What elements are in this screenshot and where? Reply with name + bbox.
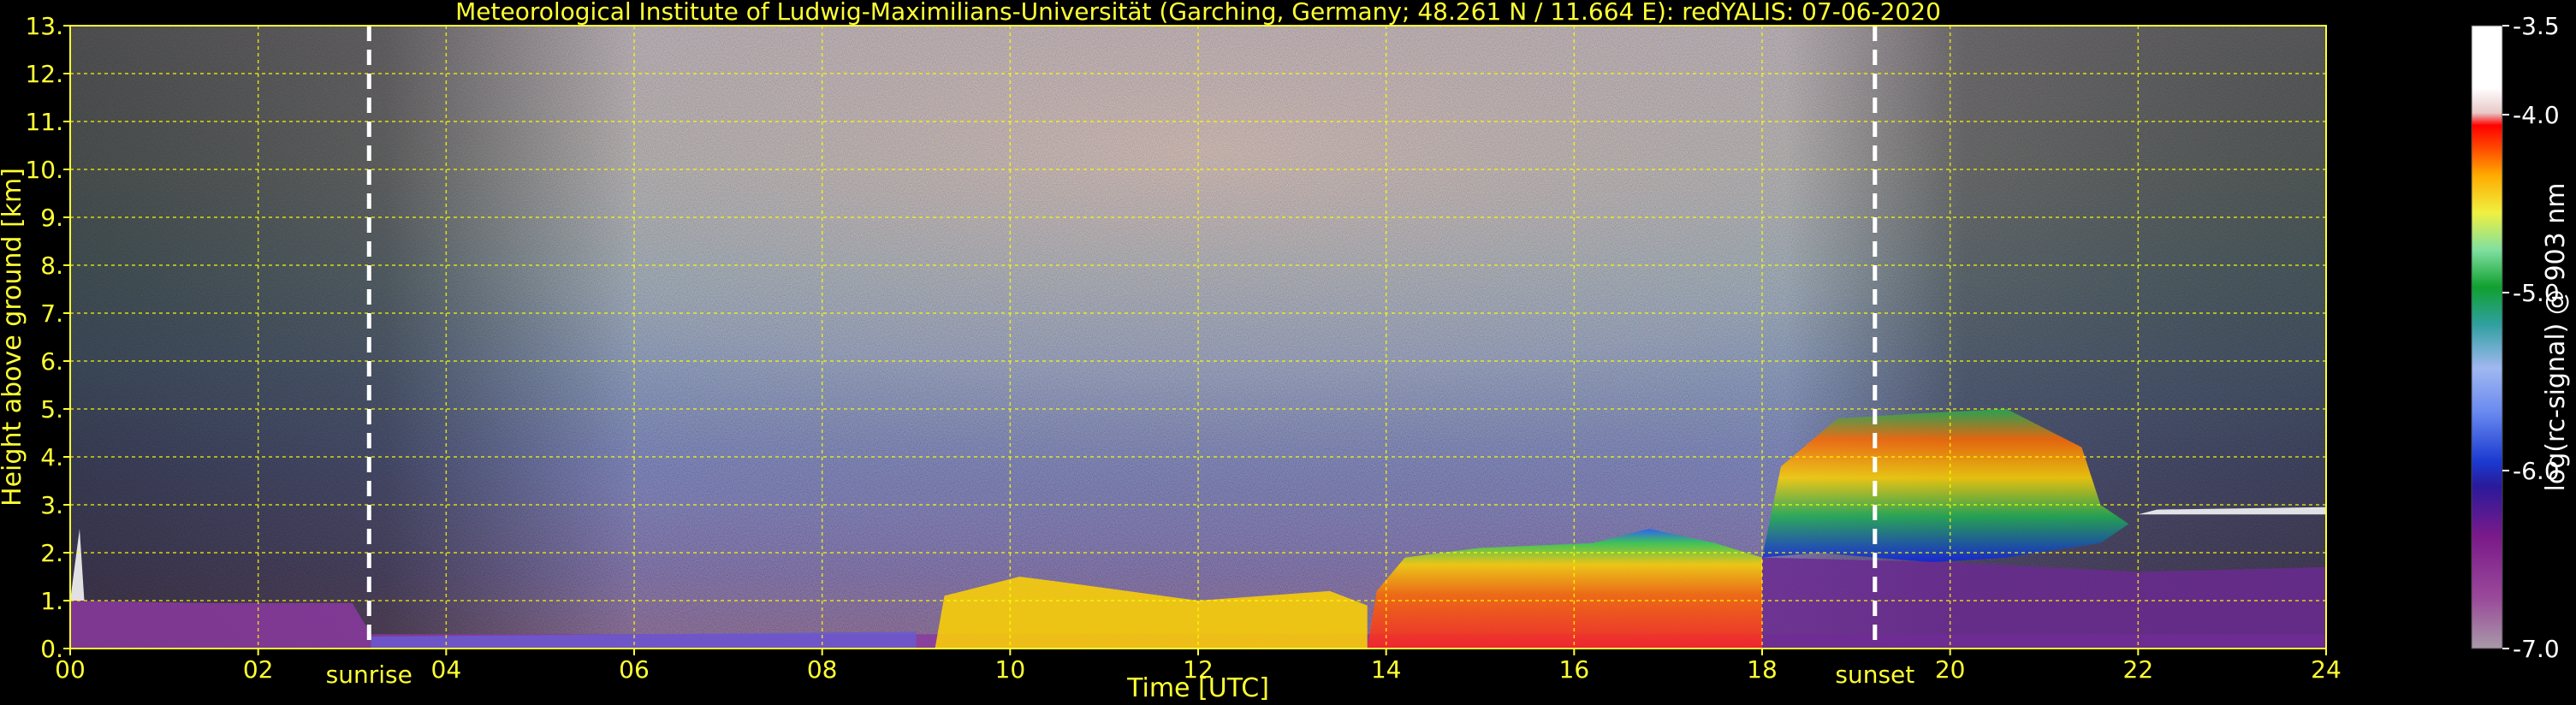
x-tick-label: 06 — [619, 655, 650, 684]
colorbar-label: log(rc-signal) @ 903 nm — [2541, 183, 2571, 492]
x-tick-label: 10 — [995, 655, 1026, 684]
x-tick-label: 14 — [1371, 655, 1402, 684]
y-tick-label: 8. — [40, 252, 63, 280]
x-tick-label: 20 — [1935, 655, 1966, 684]
sunset-label: sunset — [1835, 661, 1914, 689]
sunrise-label: sunrise — [326, 661, 413, 689]
y-tick-label: 2. — [40, 539, 63, 567]
colorbar-tick-label: -7.0 — [2513, 635, 2560, 663]
colorbar-tick-label: -4.0 — [2513, 101, 2560, 129]
x-tick-label: 24 — [2311, 655, 2342, 684]
x-tick-label: 22 — [2123, 655, 2154, 684]
y-tick-label: 7. — [40, 299, 63, 328]
y-tick-label: 13. — [25, 12, 63, 40]
x-tick-label: 04 — [431, 655, 462, 684]
x-tick-label: 08 — [807, 655, 838, 684]
y-tick-label: 5. — [40, 395, 63, 424]
colorbar-gradient — [2471, 25, 2503, 649]
lidar-chart: Meteorological Institute of Ludwig-Maxim… — [0, 0, 2571, 703]
x-tick-label: 16 — [1559, 655, 1590, 684]
chart-title: Meteorological Institute of Ludwig-Maxim… — [455, 0, 1941, 26]
y-axis-label: Height above ground [km] — [0, 168, 27, 507]
y-tick-label: 12. — [25, 60, 63, 88]
y-tick-label: 3. — [40, 491, 63, 519]
y-tick-label: 9. — [40, 204, 63, 232]
y-tick-label: 0. — [40, 635, 63, 663]
y-tick-label: 1. — [40, 587, 63, 615]
y-tick-label: 4. — [40, 443, 63, 471]
y-tick-label: 10. — [25, 156, 63, 184]
y-axis-ticks: 0. 1. 2. 3. 4. 5. 6. 7. 8. 9. 10. 11. 12. 13. — [25, 12, 70, 663]
x-tick-label: 18 — [1747, 655, 1778, 684]
evening-lower-layer — [1762, 557, 2326, 649]
colorbar-tick-label: -3.5 — [2513, 12, 2560, 40]
x-tick-label: 02 — [243, 655, 274, 684]
colorbar: -3.5-4.0-5.0-6.0-7.0 log(rc-signal) @ 90… — [2471, 12, 2571, 663]
y-tick-label: 6. — [40, 347, 63, 376]
x-axis-label: Time [UTC] — [1126, 673, 1269, 703]
y-tick-label: 11. — [25, 108, 63, 136]
